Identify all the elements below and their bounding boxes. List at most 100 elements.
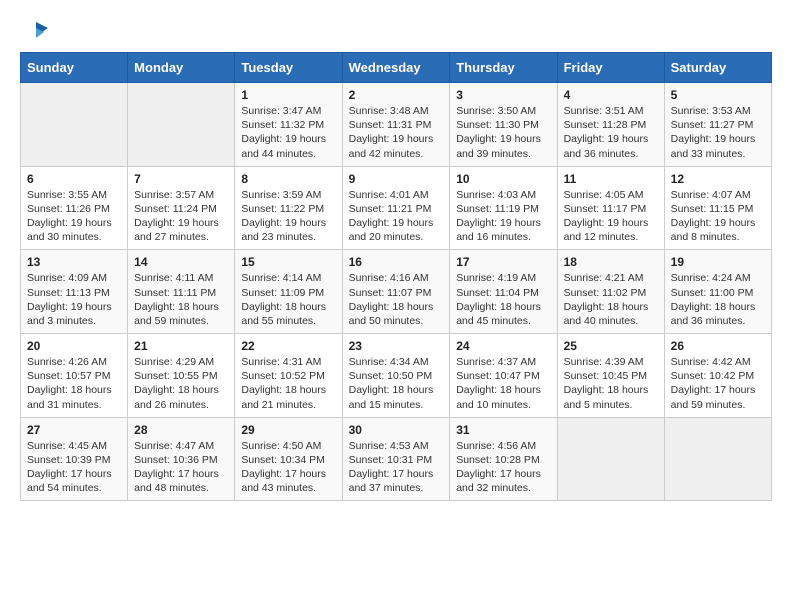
calendar-cell: 14Sunrise: 4:11 AM Sunset: 11:11 PM Dayl… xyxy=(128,250,235,334)
day-number: 5 xyxy=(671,88,765,102)
calendar-cell: 2 Sunrise: 3:48 AM Sunset: 11:31 PM Dayli… xyxy=(342,83,450,167)
calendar-cell: 31Sunrise: 4:56 AM Sunset: 10:28 PM Dayl… xyxy=(450,417,557,501)
calendar-cell: 22 Sunrise: 4:31 AM Sunset: 10:52 PM Dayl… xyxy=(235,334,342,418)
calendar-cell: 7 Sunrise: 3:57 AM Sunset: 11:24 PM Dayli… xyxy=(128,166,235,250)
calendar-cell: 8 Sunrise: 3:59 AM Sunset: 11:22 PM Dayli… xyxy=(235,166,342,250)
calendar-cell: 17 Sunrise: 4:19 AM Sunset: 11:04 PM Dayl… xyxy=(450,250,557,334)
calendar-cell xyxy=(128,83,235,167)
day-info: Sunrise: 4:56 AM Sunset: 10:28 PM Daylig… xyxy=(456,439,550,496)
calendar-cell: 4 Sunrise: 3:51 AM Sunset: 11:28 PM Dayli… xyxy=(557,83,664,167)
day-number: 6 xyxy=(27,172,121,186)
day-info: Sunrise: 4:03 AM Sunset: 11:19 PM Daylig… xyxy=(456,188,550,245)
calendar-cell: 3 Sunrise: 3:50 AM Sunset: 11:30 PM Dayli… xyxy=(450,83,557,167)
day-number: 17 xyxy=(456,255,550,269)
day-info: Sunrise: 4:37 AM Sunset: 10:47 PM Daylig… xyxy=(456,355,550,412)
calendar-cell: 20 Sunrise: 4:26 AM Sunset: 10:57 PM Dayl… xyxy=(21,334,128,418)
day-number: 8 xyxy=(241,172,335,186)
day-info: Sunrise: 4:07 AM Sunset: 11:15 PM Daylig… xyxy=(671,188,765,245)
calendar-cell: 30 Sunrise: 4:53 AM Sunset: 10:31 PM Dayl… xyxy=(342,417,450,501)
day-number: 1 xyxy=(241,88,335,102)
day-info: Sunrise: 4:21 AM Sunset: 11:02 PM Daylig… xyxy=(564,271,658,328)
day-info: Sunrise: 3:48 AM Sunset: 11:31 PM Daylig… xyxy=(349,104,444,161)
day-number: 4 xyxy=(564,88,658,102)
day-info: Sunrise: 4:45 AM Sunset: 10:39 PM Daylig… xyxy=(27,439,121,496)
day-number: 14 xyxy=(134,255,228,269)
day-number: 19 xyxy=(671,255,765,269)
calendar-cell: 12 Sunrise: 4:07 AM Sunset: 11:15 PM Dayl… xyxy=(664,166,771,250)
calendar-cell: 16 Sunrise: 4:16 AM Sunset: 11:07 PM Dayl… xyxy=(342,250,450,334)
day-info: Sunrise: 4:50 AM Sunset: 10:34 PM Daylig… xyxy=(241,439,335,496)
day-info: Sunrise: 4:53 AM Sunset: 10:31 PM Daylig… xyxy=(349,439,444,496)
day-info: Sunrise: 4:26 AM Sunset: 10:57 PM Daylig… xyxy=(27,355,121,412)
day-number: 24 xyxy=(456,339,550,353)
day-number: 11 xyxy=(564,172,658,186)
day-info: Sunrise: 3:51 AM Sunset: 11:28 PM Daylig… xyxy=(564,104,658,161)
calendar-cell: 28 Sunrise: 4:47 AM Sunset: 10:36 PM Dayl… xyxy=(128,417,235,501)
day-info: Sunrise: 3:53 AM Sunset: 11:27 PM Daylig… xyxy=(671,104,765,161)
day-info: Sunrise: 4:09 AM Sunset: 11:13 PM Daylig… xyxy=(27,271,121,328)
day-info: Sunrise: 3:57 AM Sunset: 11:24 PM Daylig… xyxy=(134,188,228,245)
day-info: Sunrise: 3:50 AM Sunset: 11:30 PM Daylig… xyxy=(456,104,550,161)
calendar-week-row: 20 Sunrise: 4:26 AM Sunset: 10:57 PM Dayl… xyxy=(21,334,772,418)
day-info: Sunrise: 4:34 AM Sunset: 10:50 PM Daylig… xyxy=(349,355,444,412)
day-number: 25 xyxy=(564,339,658,353)
day-info: Sunrise: 4:47 AM Sunset: 10:36 PM Daylig… xyxy=(134,439,228,496)
day-info: Sunrise: 4:05 AM Sunset: 11:17 PM Daylig… xyxy=(564,188,658,245)
calendar-cell: 25 Sunrise: 4:39 AM Sunset: 10:45 PM Dayl… xyxy=(557,334,664,418)
day-info: Sunrise: 3:59 AM Sunset: 11:22 PM Daylig… xyxy=(241,188,335,245)
day-number: 27 xyxy=(27,423,121,437)
calendar-cell: 15Sunrise: 4:14 AM Sunset: 11:09 PM Dayl… xyxy=(235,250,342,334)
day-of-week-header: Saturday xyxy=(664,53,771,83)
day-of-week-header: Monday xyxy=(128,53,235,83)
day-number: 3 xyxy=(456,88,550,102)
calendar-cell: 6 Sunrise: 3:55 AM Sunset: 11:26 PM Dayli… xyxy=(21,166,128,250)
day-info: Sunrise: 4:39 AM Sunset: 10:45 PM Daylig… xyxy=(564,355,658,412)
calendar-cell: 19Sunrise: 4:24 AM Sunset: 11:00 PM Dayl… xyxy=(664,250,771,334)
calendar-cell: 9 Sunrise: 4:01 AM Sunset: 11:21 PM Dayli… xyxy=(342,166,450,250)
day-info: Sunrise: 4:14 AM Sunset: 11:09 PM Daylig… xyxy=(241,271,335,328)
day-info: Sunrise: 4:01 AM Sunset: 11:21 PM Daylig… xyxy=(349,188,444,245)
day-number: 16 xyxy=(349,255,444,269)
day-number: 23 xyxy=(349,339,444,353)
day-info: Sunrise: 3:55 AM Sunset: 11:26 PM Daylig… xyxy=(27,188,121,245)
calendar-cell: 21Sunrise: 4:29 AM Sunset: 10:55 PM Dayl… xyxy=(128,334,235,418)
page: SundayMondayTuesdayWednesdayThursdayFrid… xyxy=(0,0,792,519)
day-info: Sunrise: 4:31 AM Sunset: 10:52 PM Daylig… xyxy=(241,355,335,412)
calendar-cell: 23 Sunrise: 4:34 AM Sunset: 10:50 PM Dayl… xyxy=(342,334,450,418)
day-number: 20 xyxy=(27,339,121,353)
calendar-cell: 29 Sunrise: 4:50 AM Sunset: 10:34 PM Dayl… xyxy=(235,417,342,501)
calendar-week-row: 6 Sunrise: 3:55 AM Sunset: 11:26 PM Dayli… xyxy=(21,166,772,250)
logo-icon xyxy=(22,18,50,46)
day-number: 7 xyxy=(134,172,228,186)
day-of-week-header: Thursday xyxy=(450,53,557,83)
day-number: 28 xyxy=(134,423,228,437)
day-number: 12 xyxy=(671,172,765,186)
logo xyxy=(20,18,50,46)
calendar-cell: 5 Sunrise: 3:53 AM Sunset: 11:27 PM Dayli… xyxy=(664,83,771,167)
day-info: Sunrise: 4:16 AM Sunset: 11:07 PM Daylig… xyxy=(349,271,444,328)
day-number: 18 xyxy=(564,255,658,269)
day-number: 2 xyxy=(349,88,444,102)
day-number: 21 xyxy=(134,339,228,353)
calendar-week-row: 27 Sunrise: 4:45 AM Sunset: 10:39 PM Dayl… xyxy=(21,417,772,501)
day-number: 13 xyxy=(27,255,121,269)
day-info: Sunrise: 3:47 AM Sunset: 11:32 PM Daylig… xyxy=(241,104,335,161)
day-info: Sunrise: 4:42 AM Sunset: 10:42 PM Daylig… xyxy=(671,355,765,412)
day-of-week-header: Tuesday xyxy=(235,53,342,83)
day-info: Sunrise: 4:19 AM Sunset: 11:04 PM Daylig… xyxy=(456,271,550,328)
day-number: 22 xyxy=(241,339,335,353)
header xyxy=(20,18,772,46)
day-number: 9 xyxy=(349,172,444,186)
calendar-cell: 10Sunrise: 4:03 AM Sunset: 11:19 PM Dayl… xyxy=(450,166,557,250)
calendar-week-row: 1 Sunrise: 3:47 AM Sunset: 11:32 PM Dayli… xyxy=(21,83,772,167)
calendar-week-row: 13 Sunrise: 4:09 AM Sunset: 11:13 PM Dayl… xyxy=(21,250,772,334)
calendar-cell: 18 Sunrise: 4:21 AM Sunset: 11:02 PM Dayl… xyxy=(557,250,664,334)
calendar-cell xyxy=(557,417,664,501)
day-of-week-header: Sunday xyxy=(21,53,128,83)
calendar-cell: 26Sunrise: 4:42 AM Sunset: 10:42 PM Dayl… xyxy=(664,334,771,418)
calendar-cell xyxy=(21,83,128,167)
calendar-cell: 27 Sunrise: 4:45 AM Sunset: 10:39 PM Dayl… xyxy=(21,417,128,501)
day-number: 30 xyxy=(349,423,444,437)
calendar: SundayMondayTuesdayWednesdayThursdayFrid… xyxy=(20,52,772,501)
day-number: 29 xyxy=(241,423,335,437)
